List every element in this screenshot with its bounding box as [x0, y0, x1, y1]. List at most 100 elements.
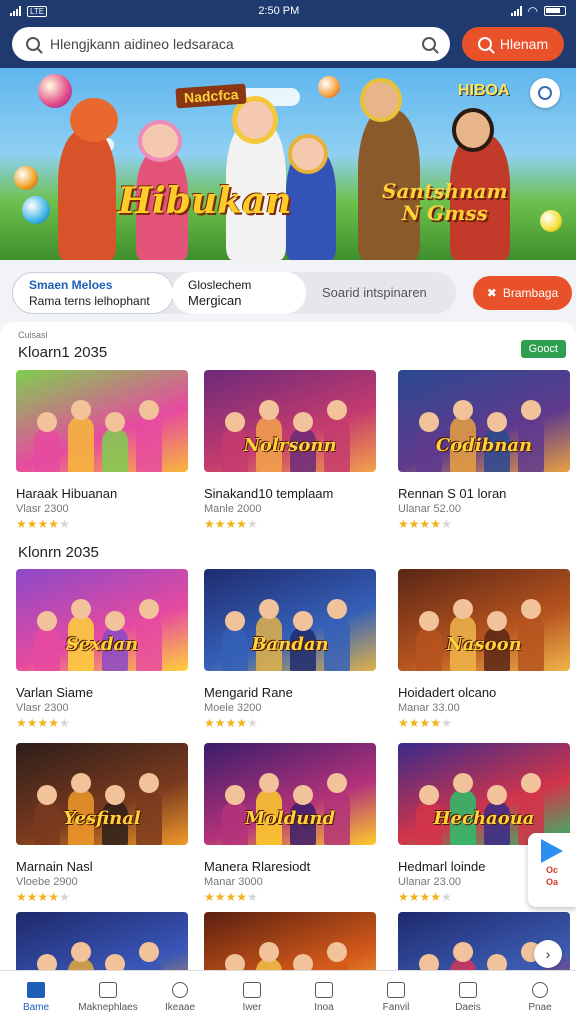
character-head	[521, 400, 541, 420]
game-card[interactable]: Sexdan Varlan Siame Vlasr 2300 ★★★★★	[16, 569, 188, 730]
clock-icon[interactable]	[530, 78, 560, 108]
game-card[interactable]: Yesfinal Marnain Nasl Vloebe 2900 ★★★★★	[16, 743, 188, 904]
search-submit-icon[interactable]	[422, 37, 436, 51]
star-icon: ★	[236, 890, 248, 904]
character-head	[225, 611, 245, 631]
battery-icon	[544, 6, 566, 16]
character-adventurer-head	[360, 78, 402, 122]
character-head	[419, 611, 439, 631]
character-head	[453, 942, 473, 962]
character-head	[225, 785, 245, 805]
star-icon: ★	[398, 890, 409, 904]
balloon-decoration	[38, 74, 72, 108]
game-meta: Manar 33.00	[398, 702, 460, 714]
game-card[interactable]: Moldund Manera Rlaresiodt Manar 3000 ★★★★★	[204, 743, 376, 904]
character-head	[487, 785, 507, 805]
game-title[interactable]: Manera Rlaresiodt	[204, 859, 376, 874]
nav-label: Bame	[22, 1002, 50, 1013]
character-head	[453, 773, 473, 793]
character-warrior-head	[452, 108, 494, 152]
nav-item-1[interactable]: Bame	[0, 971, 72, 1024]
character-head	[293, 412, 313, 432]
game-thumbnail[interactable]: Moldund	[204, 743, 376, 845]
nav-item-6[interactable]: Fanvil	[360, 971, 432, 1024]
star-icon: ★	[430, 517, 442, 531]
scroll-top-button[interactable]: ›	[534, 940, 562, 968]
game-thumbnail[interactable]: Sexdan	[16, 569, 188, 671]
rank-button[interactable]: ✖ Brambaga	[473, 276, 572, 310]
character-head	[71, 400, 91, 420]
game-card[interactable]: Nasoon Hoidadert olcano Manar 33.00 ★★★★★	[398, 569, 570, 730]
nav-label: Iwer	[242, 1002, 262, 1013]
character-head	[419, 785, 439, 805]
nav-item-2[interactable]: Maknephlaes	[72, 971, 144, 1024]
star-rating: ★★★★★	[16, 890, 188, 904]
character-head	[487, 412, 507, 432]
sim-icon: LTE	[27, 5, 48, 17]
game-title[interactable]: Rennan S 01 loran	[398, 486, 570, 501]
star-icon: ★	[16, 517, 27, 531]
character-head	[453, 599, 473, 619]
star-icon: ★	[225, 517, 237, 531]
game-art-title: Nasoon	[446, 634, 522, 655]
character-head	[453, 400, 473, 420]
search-input[interactable]	[50, 36, 412, 52]
search-box[interactable]	[12, 27, 450, 61]
star-rating: ★★★★★	[398, 716, 570, 730]
game-card[interactable]: Codibnan Rennan S 01 loran Ulanar 52.00 ★★★…	[398, 370, 570, 531]
search-button[interactable]: Hlenam	[462, 27, 564, 61]
character-head	[37, 412, 57, 432]
game-thumbnail[interactable]: Hechaoua	[398, 743, 570, 845]
filter-chip-1-line1: Smaen Meloes	[29, 278, 113, 292]
character-head	[105, 412, 125, 432]
character-head	[105, 611, 125, 631]
game-title[interactable]: Mengarid Rane	[204, 685, 376, 700]
character-head	[419, 412, 439, 432]
star-icon: ★	[48, 890, 60, 904]
game-thumbnail[interactable]: Bandan	[204, 569, 376, 671]
character-figure	[68, 416, 94, 472]
character-head	[139, 400, 159, 420]
game-card[interactable]: Haraak Hibuanan Vlasr 2300 ★★★★★	[16, 370, 188, 531]
star-icon: ★	[430, 890, 442, 904]
filter-chip-3[interactable]: Soarid intspinaren	[306, 272, 456, 314]
game-title[interactable]: Hoidadert olcano	[398, 685, 570, 700]
star-icon: ★	[236, 517, 248, 531]
nav-item-7[interactable]: Daeis	[432, 971, 504, 1024]
wifi-icon: ◠	[527, 4, 538, 18]
signal-icon	[10, 6, 21, 16]
star-icon: ★	[419, 716, 431, 730]
game-card[interactable]: Bandan Mengarid Rane Moele 3200 ★★★★★	[204, 569, 376, 730]
game-thumbnail[interactable]: Nolrsonn	[204, 370, 376, 472]
section-badge[interactable]: Gooct	[520, 340, 566, 358]
character-head	[487, 611, 507, 631]
game-art-title: Nolrsonn	[243, 435, 337, 456]
status-bar: LTE 2:50 PM ◠	[0, 0, 576, 22]
promo-widget[interactable]: Oc Oa	[528, 833, 576, 907]
nav-item-8[interactable]: Pnae	[504, 971, 576, 1024]
section-title-1: Kloarn1 2035	[18, 344, 108, 361]
game-thumbnail[interactable]: Nasoon	[398, 569, 570, 671]
filter-chip-1[interactable]: Smaen Meloes Rama terns lelhophant	[12, 272, 174, 314]
star-icon: ★	[441, 517, 452, 531]
balloon-decoration	[14, 166, 38, 190]
game-title[interactable]: Varlan Siame	[16, 685, 188, 700]
game-thumbnail[interactable]: Codibnan	[398, 370, 570, 472]
bottom-nav: Bame Maknephlaes Ikeaae Iwer Inoa Fanvil Daeis…	[0, 970, 576, 1024]
hero-banner[interactable]: Nadcfca HIBOA Hibukan	[0, 68, 576, 260]
nav-item-3[interactable]: Ikeaae	[144, 971, 216, 1024]
mail-icon	[459, 982, 477, 998]
filter-chip-2-line2: Mergican	[188, 293, 242, 308]
game-thumbnail[interactable]: Yesfinal	[16, 743, 188, 845]
game-art-title: Hechaoua	[433, 808, 535, 829]
nav-item-5[interactable]: Inoa	[288, 971, 360, 1024]
character-head	[327, 942, 347, 962]
game-card[interactable]: Nolrsonn Sinakand10 templaam Manle 2000 ★★★…	[204, 370, 376, 531]
game-title[interactable]: Sinakand10 templaam	[204, 486, 376, 501]
game-thumbnail[interactable]	[16, 370, 188, 472]
nav-item-4[interactable]: Iwer	[216, 971, 288, 1024]
game-title[interactable]: Marnain Nasl	[16, 859, 188, 874]
character-head	[37, 611, 57, 631]
game-title[interactable]: Haraak Hibuanan	[16, 486, 188, 501]
filter-chip-2[interactable]: Gloslechem Mergican	[172, 272, 306, 314]
